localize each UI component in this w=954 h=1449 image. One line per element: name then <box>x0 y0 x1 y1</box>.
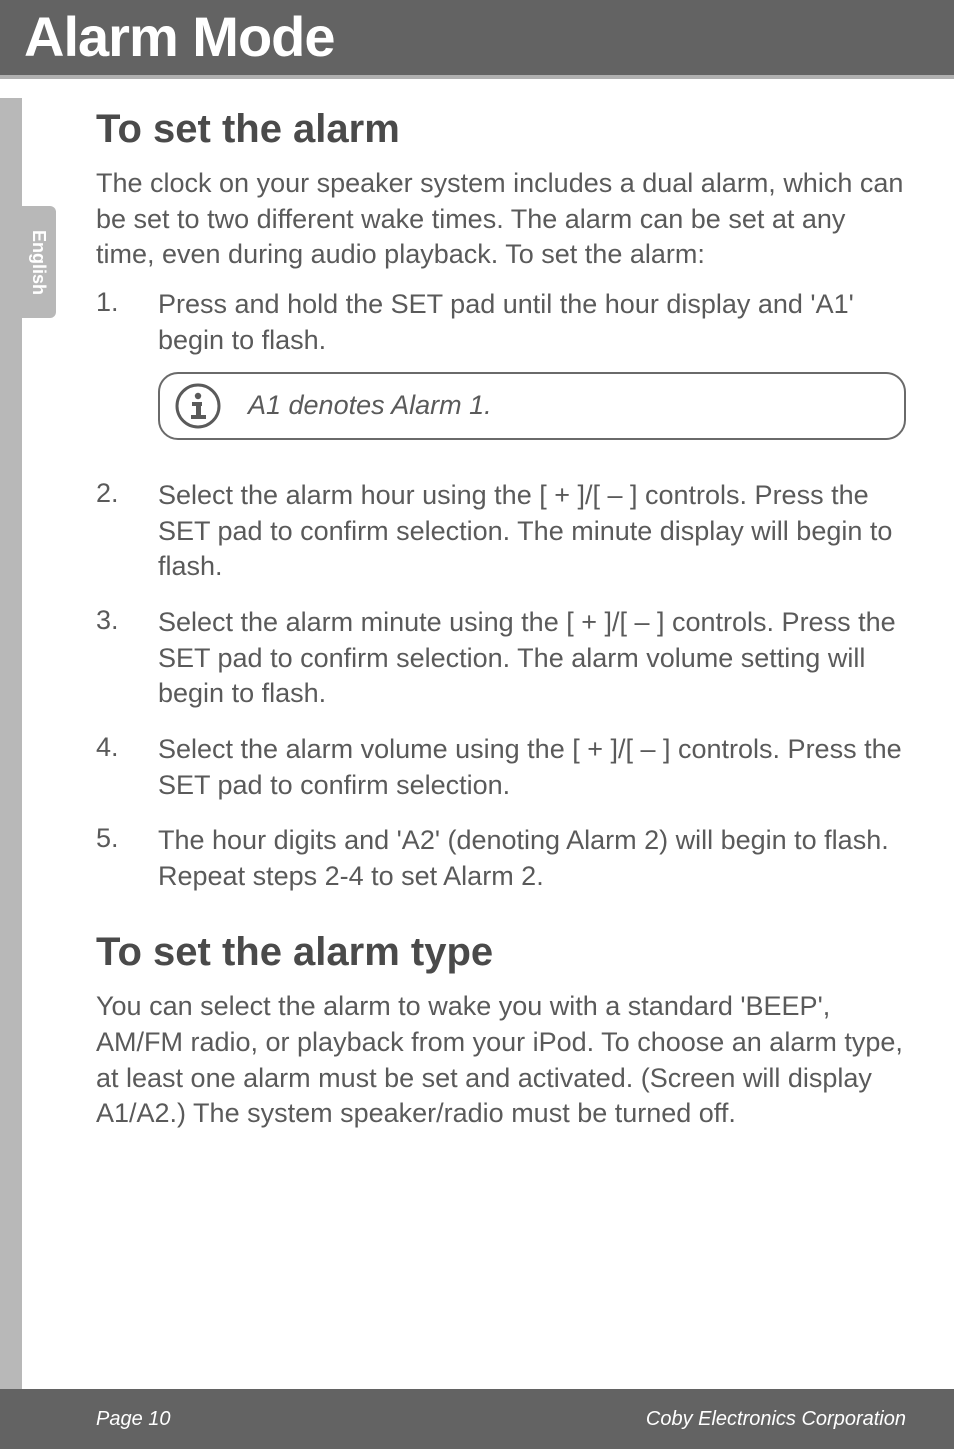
page-header: Alarm Mode <box>0 0 954 75</box>
content-area: To set the alarm The clock on your speak… <box>0 79 954 1132</box>
language-tab-label: English <box>28 229 49 294</box>
info-callout: A1 denotes Alarm 1. <box>158 372 906 440</box>
step-3: 3. Select the alarm minute using the [ +… <box>96 605 906 712</box>
step-text: Select the alarm minute using the [ + ]/… <box>158 605 906 712</box>
side-bar <box>0 98 22 1449</box>
step-5: 5. The hour digits and 'A2' (denoting Al… <box>96 823 906 894</box>
step-2: 2. Select the alarm hour using the [ + ]… <box>96 478 906 585</box>
set-alarm-type-intro: You can select the alarm to wake you wit… <box>96 989 906 1132</box>
footer-company: Coby Electronics Corporation <box>646 1408 906 1431</box>
info-icon <box>174 382 222 430</box>
step-text: Select the alarm volume using the [ + ]/… <box>158 732 906 803</box>
step-number: 5. <box>96 823 158 894</box>
section-heading-set-alarm-type: To set the alarm type <box>96 930 906 975</box>
step-text: The hour digits and 'A2' (denoting Alarm… <box>158 823 906 894</box>
set-alarm-intro: The clock on your speaker system include… <box>96 166 906 273</box>
step-number: 4. <box>96 732 158 803</box>
step-body: Press and hold the SET pad until the hou… <box>158 287 906 458</box>
step-text: Select the alarm hour using the [ + ]/[ … <box>158 478 906 585</box>
step-4: 4. Select the alarm volume using the [ +… <box>96 732 906 803</box>
section-heading-set-alarm: To set the alarm <box>96 107 906 152</box>
step-number: 3. <box>96 605 158 712</box>
info-text: A1 denotes Alarm 1. <box>248 388 492 424</box>
footer-page-label: Page 10 <box>96 1408 171 1431</box>
step-1: 1. Press and hold the SET pad until the … <box>96 287 906 458</box>
page-title: Alarm Mode <box>24 5 335 68</box>
step-text: Press and hold the SET pad until the hou… <box>158 289 854 355</box>
page-footer: Page 10 Coby Electronics Corporation <box>0 1389 954 1449</box>
language-tab: English <box>20 206 56 318</box>
step-number: 2. <box>96 478 158 585</box>
set-alarm-steps: 1. Press and hold the SET pad until the … <box>96 287 906 895</box>
step-number: 1. <box>96 287 158 458</box>
